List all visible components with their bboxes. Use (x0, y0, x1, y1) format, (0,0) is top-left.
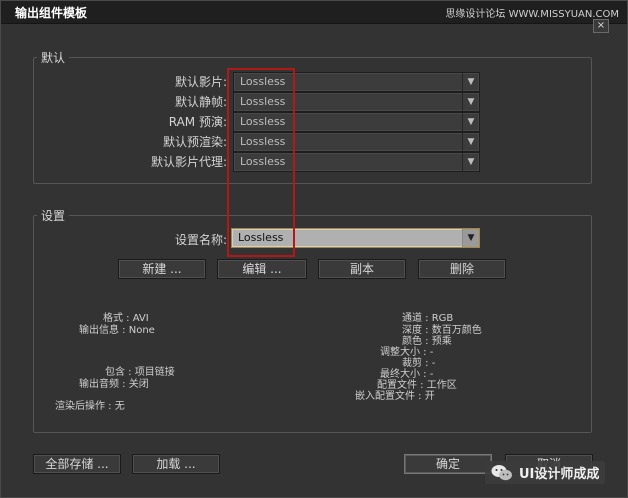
output-module-templates-dialog: 输出组件模板 思缘设计论坛 WWW.MISSYUAN.COM × 默认 默认影片… (0, 0, 628, 498)
close-icon: × (596, 20, 606, 31)
new-button[interactable]: 新建 ... (118, 259, 206, 279)
info-embed-profile: 嵌入配置文件 : 开 (355, 391, 435, 402)
edit-button[interactable]: 编辑 ... (217, 259, 307, 279)
settings-name-label: 设置名称: (174, 233, 227, 247)
highlight-annotation-box (227, 68, 295, 257)
default-prerender-label: 默认预渲染: (162, 135, 227, 149)
info-post-render: 渲染后操作 : 无 (55, 401, 125, 412)
brand-watermark: UI设计师成成 (485, 461, 606, 484)
duplicate-button[interactable]: 副本 (318, 259, 406, 279)
chevron-down-icon: ▼ (462, 93, 479, 111)
watermark-text: 思缘设计论坛 WWW.MISSYUAN.COM (445, 9, 619, 20)
settings-group-label: 设置 (37, 207, 70, 224)
default-movie-proxy-label: 默认影片代理: (150, 155, 227, 169)
info-output-info: 输出信息 : None (79, 325, 155, 336)
brand-text: UI设计师成成 (519, 467, 600, 482)
load-button[interactable]: 加载 ... (132, 454, 220, 474)
info-output-audio: 输出音频 : 关闭 (79, 379, 149, 390)
delete-button[interactable]: 删除 (418, 259, 506, 279)
chevron-down-icon: ▼ (462, 73, 479, 91)
title-bar: 输出组件模板 思缘设计论坛 WWW.MISSYUAN.COM (1, 1, 627, 24)
ok-button[interactable]: 确定 (404, 454, 492, 474)
wechat-icon (491, 464, 513, 482)
chevron-down-icon: ▼ (462, 113, 479, 131)
defaults-group-label: 默认 (37, 49, 70, 66)
chevron-down-icon: ▼ (462, 229, 479, 247)
close-button[interactable]: × (593, 19, 609, 33)
default-movie-label: 默认影片: (174, 75, 227, 89)
ram-preview-label: RAM 预演: (168, 115, 227, 129)
chevron-down-icon: ▼ (462, 133, 479, 151)
chevron-down-icon: ▼ (462, 153, 479, 171)
dialog-title: 输出组件模板 (15, 6, 88, 20)
default-still-label: 默认静帧: (174, 95, 227, 109)
save-all-button[interactable]: 全部存储 ... (33, 454, 121, 474)
